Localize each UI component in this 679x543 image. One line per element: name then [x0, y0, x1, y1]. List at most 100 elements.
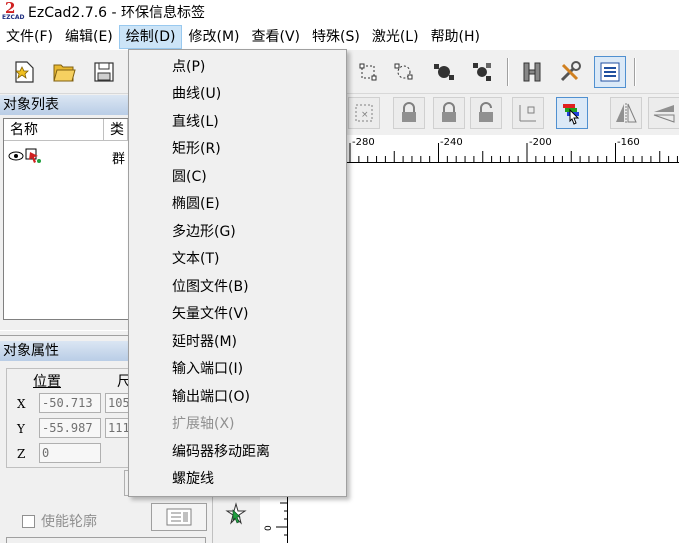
vertical-ruler: 0 — [260, 497, 288, 543]
menu-draw-line[interactable]: 直线(L) — [129, 109, 346, 135]
color-layers-icon — [563, 104, 580, 125]
ezcad-window: 2 EZCAD EzCad2.7.6 - 环保信息标签 文件(F) 编辑(E) … — [0, 0, 679, 543]
node-select-button[interactable] — [388, 56, 420, 88]
menu-file[interactable]: 文件(F) — [0, 25, 59, 49]
menu-draw-encoder-distance[interactable]: 编码器移动距离 — [129, 439, 346, 465]
ezcad-logo-icon: 2 EZCAD — [2, 0, 25, 21]
list-parameters-icon — [600, 62, 620, 82]
mirror-horizontal-button[interactable] — [610, 97, 642, 129]
object-list-header: 名称 类 — [4, 119, 128, 141]
mirror-vertical-icon — [653, 105, 675, 123]
mirror-vertical-button[interactable] — [648, 97, 679, 129]
parameters-button[interactable] — [594, 56, 626, 88]
node-tool-button[interactable] — [352, 56, 384, 88]
lock-button[interactable] — [393, 97, 425, 129]
tools-button[interactable] — [554, 56, 586, 88]
save-file-button[interactable] — [88, 56, 120, 88]
svg-text:×: × — [361, 110, 369, 120]
menu-draw-circle[interactable]: 圆(C) — [129, 164, 346, 190]
open-file-button[interactable] — [48, 56, 80, 88]
color-select-button[interactable] — [556, 97, 588, 129]
menu-draw-spiral[interactable]: 螺旋线 — [129, 466, 346, 492]
open-folder-icon — [53, 64, 76, 82]
node-add-button[interactable] — [428, 56, 460, 88]
title-bar: 2 EZCAD EzCad2.7.6 - 环保信息标签 — [0, 0, 679, 24]
ruler-ticks — [349, 143, 678, 163]
horizontal-ruler: -280 -240 -200 -160 — [346, 135, 679, 163]
panel-splitter[interactable] — [0, 330, 128, 336]
node-delete-button[interactable] — [466, 56, 498, 88]
enable-contour-label: 使能轮廓 — [41, 514, 97, 530]
bottom-control[interactable] — [6, 537, 206, 543]
z-label: Z — [17, 447, 26, 461]
object-list[interactable]: 名称 类 群 — [3, 118, 129, 320]
menu-draw-timer[interactable]: 延时器(M) — [129, 329, 346, 355]
object-list-title: 对象列表 — [0, 95, 128, 115]
node-delete-icon — [473, 63, 491, 81]
select-tool-button[interactable] — [221, 499, 251, 529]
list-item[interactable]: 群 — [8, 147, 125, 167]
window-title: EzCad2.7.6 - 环保信息标签 — [28, 5, 206, 21]
menu-draw-ellipse[interactable]: 椭圆(E) — [129, 191, 346, 217]
draw-menu-dropdown: 点(P) 曲线(U) 直线(L) 矩形(R) 圆(C) 椭圆(E) 多边形(G)… — [128, 49, 347, 497]
node-select-icon — [394, 63, 413, 80]
menu-draw-text[interactable]: 文本(T) — [129, 246, 346, 272]
mirror-horizontal-icon — [616, 103, 637, 123]
menu-draw-vector-file[interactable]: 矢量文件(V) — [129, 301, 346, 327]
lock-icon — [442, 102, 456, 122]
properties-group: 位置 尺 X -50.713 105. Y -55.987 111. Z 0 — [6, 368, 135, 468]
unlock-icon — [479, 102, 493, 122]
unlock-all-button[interactable] — [470, 97, 502, 129]
new-file-icon — [15, 61, 34, 83]
x-position-input[interactable]: -50.713 — [39, 393, 101, 413]
menu-draw-input-port[interactable]: 输入端口(I) — [129, 356, 346, 382]
menu-draw-output-port[interactable]: 输出端口(O) — [129, 384, 346, 410]
enable-contour-checkbox[interactable]: 使能轮廓 — [22, 511, 97, 531]
snap-point-icon — [519, 105, 536, 122]
svg-text:0: 0 — [264, 525, 274, 531]
toolbar-separator — [507, 58, 509, 86]
hatch-h-icon — [523, 62, 541, 82]
menu-special[interactable]: 特殊(S) — [306, 25, 366, 49]
menu-draw-point[interactable]: 点(P) — [129, 54, 346, 80]
object-type: 群 — [112, 152, 126, 167]
y-position-input[interactable]: -55.987 — [39, 418, 101, 438]
group-button[interactable]: × — [348, 97, 380, 129]
toolbar-separator — [634, 58, 636, 86]
z-position-input[interactable]: 0 — [39, 443, 101, 463]
menu-bar: 文件(F) 编辑(E) 绘制(D) 修改(M) 查看(V) 特殊(S) 激光(L… — [0, 24, 679, 50]
hatch-button[interactable] — [516, 56, 548, 88]
column-header-type[interactable]: 类 — [104, 119, 128, 141]
wrench-screwdriver-icon — [560, 61, 581, 82]
menu-laser[interactable]: 激光(L) — [366, 25, 425, 49]
lock-icon — [402, 102, 416, 122]
menu-draw-bitmap[interactable]: 位图文件(B) — [129, 274, 346, 300]
column-header-name[interactable]: 名称 — [4, 119, 104, 141]
edit-toolbar: × — [346, 95, 679, 133]
menu-draw-extend-axis: 扩展轴(X) — [172, 416, 235, 432]
menu-draw-curve[interactable]: 曲线(U) — [129, 81, 346, 107]
group-object-icon — [25, 148, 41, 163]
checkbox-box[interactable] — [22, 514, 35, 528]
menu-help[interactable]: 帮助(H) — [425, 25, 486, 49]
menu-modify[interactable]: 修改(M) — [182, 25, 245, 49]
menu-draw[interactable]: 绘制(D) — [118, 25, 183, 49]
menu-draw-rectangle[interactable]: 矩形(R) — [129, 136, 346, 162]
settings-panel-icon — [166, 508, 192, 526]
menu-view[interactable]: 查看(V) — [246, 25, 307, 49]
contour-settings-button[interactable] — [151, 503, 207, 531]
vertical-ruler-ticks: 0 — [264, 502, 288, 536]
menu-edit[interactable]: 编辑(E) — [59, 25, 119, 49]
object-properties-title: 对象属性 — [0, 341, 128, 361]
new-file-button[interactable] — [8, 56, 40, 88]
position-label: 位置 — [33, 374, 61, 390]
snap-button[interactable] — [512, 97, 544, 129]
x-label: X — [17, 397, 26, 411]
node-add-icon — [434, 64, 454, 80]
unlock-button[interactable] — [433, 97, 465, 129]
side-toolbar — [212, 497, 258, 543]
group-dashed-icon: × — [355, 104, 373, 122]
select-star-icon — [225, 502, 247, 525]
menu-draw-polygon[interactable]: 多边形(G) — [129, 219, 346, 245]
eye-icon[interactable] — [8, 150, 24, 162]
